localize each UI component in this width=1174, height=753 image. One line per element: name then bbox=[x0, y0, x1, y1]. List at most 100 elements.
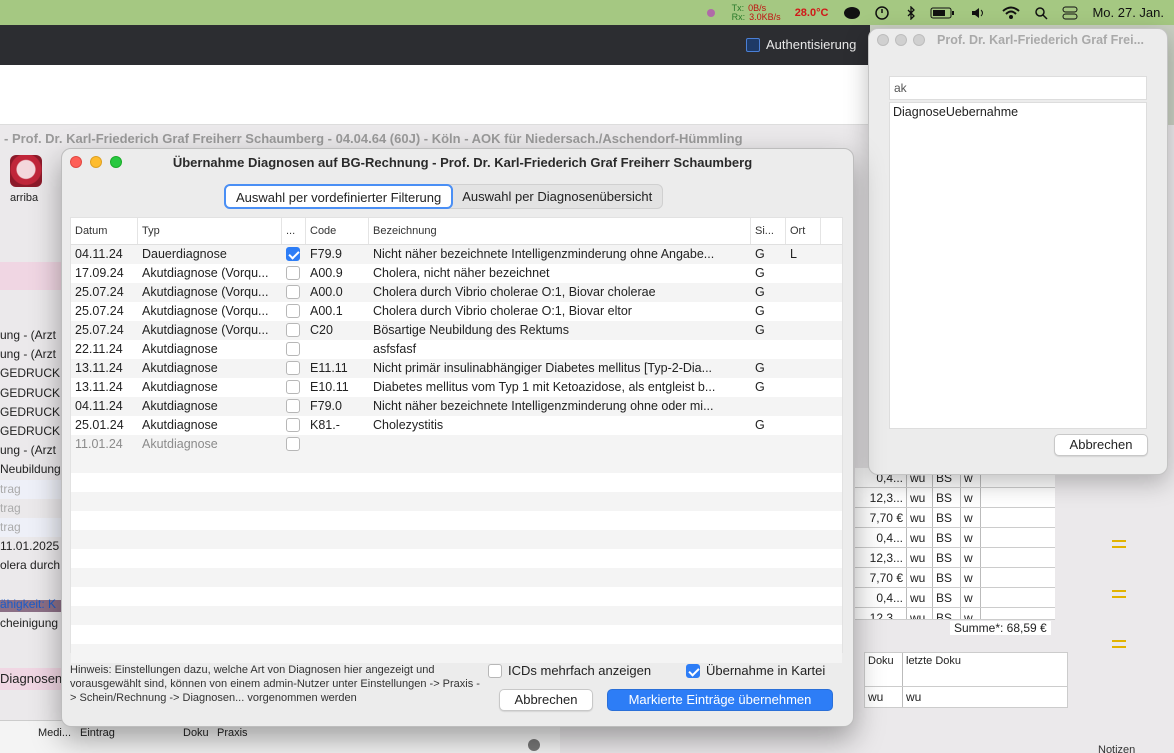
column-header[interactable]: Praxis bbox=[217, 727, 248, 739]
table-row[interactable]: 25.07.24 Akutdiagnose (Vorqu... A00.1 Chole… bbox=[71, 302, 842, 321]
wifi-icon[interactable] bbox=[1002, 6, 1021, 20]
menubar-date[interactable]: Mo. 27. Jan. bbox=[1092, 5, 1164, 20]
row-select-checkbox[interactable] bbox=[286, 380, 300, 394]
temperature-readout[interactable]: 28.0°C bbox=[795, 7, 829, 19]
list-item[interactable]: GEDRUCK bbox=[0, 364, 62, 383]
list-item[interactable]: Neubildung bbox=[0, 460, 62, 479]
table-row[interactable]: 11.01.24 Akutdiagnose bbox=[71, 435, 842, 454]
transfer-selected-button[interactable]: Markierte Einträge übernehmen bbox=[607, 689, 833, 711]
gear-icon[interactable] bbox=[528, 739, 540, 751]
list-item[interactable]: DiagnoseUebernahme bbox=[893, 105, 1143, 119]
list-item[interactable]: trag bbox=[0, 499, 62, 518]
column-header-select[interactable]: ... bbox=[282, 218, 306, 244]
handle-icon[interactable] bbox=[1112, 640, 1126, 648]
authentication-button[interactable]: Authentisierung bbox=[746, 37, 856, 52]
column-header-sicherheit[interactable]: Si... bbox=[751, 218, 786, 244]
column-header[interactable]: Eintrag bbox=[80, 727, 115, 739]
list-item[interactable]: GEDRUCK bbox=[0, 422, 62, 441]
table-row[interactable]: 25.01.24 Akutdiagnose K81.- Cholezystitis G bbox=[71, 416, 842, 435]
bluetooth-icon[interactable] bbox=[906, 4, 916, 21]
list-item[interactable]: ung - (Arzt bbox=[0, 441, 62, 460]
column-header-ort[interactable]: Ort bbox=[786, 218, 821, 244]
table-row[interactable]: 12,3... wu BS w bbox=[855, 488, 1055, 508]
row-select-checkbox[interactable] bbox=[286, 247, 300, 261]
table-cell: wu bbox=[907, 608, 933, 619]
table-row[interactable]: 12,3... wu BS w bbox=[855, 548, 1055, 568]
network-monitor[interactable]: Tx: 0B/s Rx: 3.0KB/s bbox=[732, 3, 781, 22]
close-icon[interactable] bbox=[877, 34, 889, 46]
column-header-code[interactable]: Code bbox=[306, 218, 369, 244]
row-select-checkbox[interactable] bbox=[286, 418, 300, 432]
list-item[interactable]: ung - (Arzt bbox=[0, 345, 62, 364]
row-select-checkbox[interactable] bbox=[286, 361, 300, 375]
multiple-icd-checkbox[interactable] bbox=[488, 663, 502, 678]
table-row[interactable]: 25.07.24 Akutdiagnose (Vorqu... A00.0 Chole… bbox=[71, 283, 842, 302]
list-item[interactable]: 11.01.2025 bbox=[0, 537, 62, 556]
table-row[interactable]: 7,70 € wu BS w bbox=[855, 508, 1055, 528]
table-row[interactable]: 12,3... wu BS w bbox=[855, 608, 1055, 620]
table-row[interactable]: 13.11.24 Akutdiagnose E10.11 Diabetes melli… bbox=[71, 378, 842, 397]
list-item[interactable]: cheinigung bbox=[0, 614, 62, 633]
list-item[interactable]: trag bbox=[0, 479, 62, 499]
list-item[interactable]: ähigkeit: K bbox=[0, 595, 62, 614]
handle-icon[interactable] bbox=[1112, 540, 1126, 548]
table-row[interactable]: 04.11.24 Dauerdiagnose F79.9 Nicht näher be… bbox=[71, 245, 842, 264]
close-icon[interactable] bbox=[70, 156, 82, 168]
list-item[interactable]: GEDRUCK bbox=[0, 384, 62, 403]
bug-icon[interactable] bbox=[704, 6, 718, 20]
search-input[interactable]: ak bbox=[889, 76, 1147, 100]
table-row[interactable]: 13.11.24 Akutdiagnose E11.11 Nicht primär i… bbox=[71, 359, 842, 378]
column-header[interactable]: Doku bbox=[183, 727, 209, 739]
table-row[interactable]: 25.07.24 Akutdiagnose (Vorqu... C20 Bösarti… bbox=[71, 321, 842, 340]
row-select-checkbox[interactable] bbox=[286, 323, 300, 337]
volume-icon[interactable] bbox=[970, 6, 988, 20]
transfer-to-kartei-option[interactable]: Übernahme in Kartei bbox=[686, 663, 825, 678]
table-cell: wu bbox=[907, 568, 933, 587]
row-select-checkbox[interactable] bbox=[286, 304, 300, 318]
minimize-icon[interactable] bbox=[895, 34, 907, 46]
row-select-checkbox[interactable] bbox=[286, 342, 300, 356]
column-header-typ[interactable]: Typ bbox=[138, 218, 282, 244]
list-item[interactable]: olera durch bbox=[0, 556, 62, 575]
row-select-checkbox[interactable] bbox=[286, 285, 300, 299]
list-item[interactable]: GEDRUCK bbox=[0, 403, 62, 422]
row-select-checkbox[interactable] bbox=[286, 399, 300, 413]
handle-icon[interactable] bbox=[1112, 590, 1126, 598]
column-header-bezeichnung[interactable]: Bezeichnung bbox=[369, 218, 751, 244]
control-center-icon[interactable] bbox=[1062, 6, 1078, 20]
list-item[interactable]: ung - (Arzt bbox=[0, 326, 62, 345]
row-select-checkbox[interactable] bbox=[286, 266, 300, 280]
letzte-doku-column-header[interactable]: letzte Doku bbox=[903, 653, 1067, 686]
table-row[interactable]: 22.11.24 Akutdiagnose asfsfasf bbox=[71, 340, 842, 359]
table-row[interactable]: 0,4... wu BS w bbox=[855, 528, 1055, 548]
zoom-icon[interactable] bbox=[913, 34, 925, 46]
cancel-button[interactable]: Abbrechen bbox=[499, 689, 593, 711]
doku-column-header[interactable]: Doku bbox=[865, 653, 903, 686]
battery-icon[interactable] bbox=[930, 6, 956, 20]
row-select-checkbox[interactable] bbox=[286, 437, 300, 451]
elephant-icon[interactable] bbox=[842, 6, 861, 20]
column-header-datum[interactable]: Datum bbox=[71, 218, 138, 244]
column-header[interactable]: Medi... bbox=[38, 727, 71, 739]
minimize-icon[interactable] bbox=[90, 156, 102, 168]
notizen-tab[interactable]: Notizen bbox=[1098, 744, 1135, 753]
cancel-button[interactable]: Abbrechen bbox=[1054, 434, 1148, 456]
tab-predefined-filter[interactable]: Auswahl per vordefinierter Filterung bbox=[224, 184, 454, 209]
table-row[interactable]: 0,4... wu BS w bbox=[855, 588, 1055, 608]
table-row[interactable]: 7,70 € wu BS w bbox=[855, 568, 1055, 588]
transfer-to-kartei-checkbox[interactable] bbox=[686, 663, 700, 678]
diagnosen-label[interactable]: Diagnosen bbox=[0, 668, 62, 690]
clock-icon[interactable] bbox=[874, 5, 892, 20]
cell-datum: 25.07.24 bbox=[75, 285, 124, 299]
zoom-icon[interactable] bbox=[110, 156, 122, 168]
multiple-icd-option[interactable]: ICDs mehrfach anzeigen bbox=[488, 663, 651, 678]
cell-ort bbox=[786, 378, 821, 397]
list-item[interactable] bbox=[0, 575, 62, 594]
list-item[interactable]: trag bbox=[0, 517, 62, 538]
tab-diagnosis-overview[interactable]: Auswahl per Diagnosenübersicht bbox=[452, 185, 662, 208]
arriba-app-icon[interactable] bbox=[10, 155, 42, 187]
cell-bez: Cholera, nicht näher bezeichnet bbox=[373, 266, 550, 280]
table-row[interactable]: 04.11.24 Akutdiagnose F79.0 Nicht näher bez… bbox=[71, 397, 842, 416]
spotlight-search-icon[interactable] bbox=[1034, 6, 1048, 20]
table-row[interactable]: 17.09.24 Akutdiagnose (Vorqu... A00.9 Chole… bbox=[71, 264, 842, 283]
